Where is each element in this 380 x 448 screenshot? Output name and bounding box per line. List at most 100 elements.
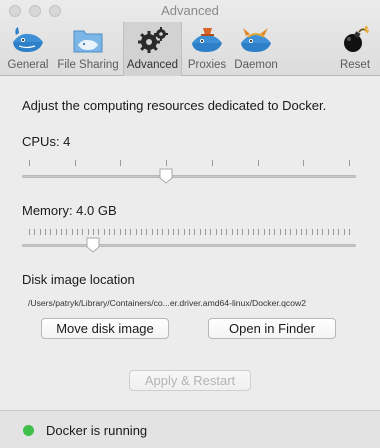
memory-label: Memory: 4.0 GB xyxy=(22,203,117,218)
memory-slider-tick xyxy=(162,229,164,235)
memory-slider-tick xyxy=(333,229,334,235)
memory-slider-tick xyxy=(93,229,94,235)
tab-proxies-label: Proxies xyxy=(187,59,227,71)
memory-slider-tick xyxy=(231,229,233,235)
memory-slider-tick xyxy=(279,229,281,235)
memory-slider-tick xyxy=(125,229,126,235)
folder-whale-icon xyxy=(73,30,103,53)
memory-slider-tick xyxy=(290,229,292,235)
cpus-slider-tick xyxy=(257,160,259,166)
memory-slider-tick xyxy=(343,229,345,235)
memory-slider-tick xyxy=(135,229,137,235)
memory-slider-tick xyxy=(199,229,201,235)
tab-reset[interactable]: Reset xyxy=(334,22,376,76)
memory-slider-tick xyxy=(98,229,100,235)
memory-slider-tick xyxy=(226,229,228,235)
memory-slider[interactable] xyxy=(22,222,356,253)
memory-slider-tick xyxy=(50,229,52,235)
memory-slider-tick xyxy=(151,229,153,235)
panel-description: Adjust the computing resources dedicated… xyxy=(22,98,327,113)
memory-slider-tick xyxy=(87,229,89,235)
memory-slider-track xyxy=(22,244,356,247)
memory-slider-tick xyxy=(221,229,222,235)
memory-slider-tick xyxy=(327,229,329,235)
memory-slider-tick xyxy=(39,229,41,235)
memory-slider-tick xyxy=(322,229,324,235)
memory-slider-tick xyxy=(301,229,302,235)
tab-daemon[interactable]: Daemon xyxy=(232,22,280,76)
memory-slider-tick xyxy=(183,229,185,235)
bomb-icon xyxy=(344,25,370,52)
memory-slider-tick xyxy=(29,229,30,235)
memory-slider-tick xyxy=(109,229,110,235)
whale-icon xyxy=(13,27,43,52)
memory-slider-tick xyxy=(66,229,68,235)
cpus-label: CPUs: 4 xyxy=(22,134,71,149)
status-indicator-icon xyxy=(23,425,34,436)
gears-icon xyxy=(137,27,168,53)
tab-reset-label: Reset xyxy=(339,59,371,71)
memory-slider-tick xyxy=(247,229,249,235)
tab-file-sharing[interactable]: File Sharing xyxy=(55,22,121,76)
memory-slider-tick xyxy=(167,229,169,235)
tab-general[interactable]: General xyxy=(4,22,52,76)
memory-slider-tick xyxy=(178,229,180,235)
memory-slider-tick xyxy=(253,229,254,235)
tab-general-label: General xyxy=(7,59,49,71)
memory-slider-tick xyxy=(306,229,308,235)
cpus-slider-tick xyxy=(166,160,168,166)
memory-slider-tick xyxy=(317,229,318,235)
memory-slider-knob[interactable] xyxy=(86,237,100,253)
memory-slider-tick xyxy=(274,229,276,235)
memory-slider-tick xyxy=(338,229,340,235)
title-bar: Advanced General File Sharing Advanced P… xyxy=(0,0,380,76)
memory-slider-tick xyxy=(157,229,158,235)
memory-slider-tick xyxy=(61,229,62,235)
memory-slider-tick xyxy=(215,229,217,235)
memory-slider-tick xyxy=(45,229,46,235)
tab-advanced[interactable]: Advanced xyxy=(123,22,182,76)
memory-slider-tick xyxy=(258,229,260,235)
cpus-slider-tick xyxy=(303,160,305,166)
open-in-finder-button[interactable]: Open in Finder xyxy=(208,318,336,339)
tab-proxies[interactable]: Proxies xyxy=(184,22,230,76)
memory-slider-tick xyxy=(205,229,206,235)
cpus-slider-knob[interactable] xyxy=(159,168,173,184)
memory-slider-tick xyxy=(114,229,116,235)
memory-slider-tick xyxy=(130,229,132,235)
memory-slider-tick xyxy=(71,229,73,235)
memory-slider-tick xyxy=(349,229,350,235)
memory-slider-tick xyxy=(77,229,78,235)
cpus-slider[interactable] xyxy=(22,153,356,184)
memory-slider-tick xyxy=(173,229,174,235)
memory-slider-tick xyxy=(285,229,286,235)
cpus-slider-tick xyxy=(349,160,350,166)
cpus-slider-tick xyxy=(211,160,213,166)
memory-slider-tick xyxy=(141,229,142,235)
apply-restart-button[interactable]: Apply & Restart xyxy=(129,370,251,391)
memory-slider-tick xyxy=(237,229,238,235)
memory-slider-tick xyxy=(242,229,244,235)
memory-slider-tick xyxy=(210,229,212,235)
move-disk-image-button[interactable]: Move disk image xyxy=(41,318,169,339)
disk-image-path: /Users/patryk/Library/Containers/co...er… xyxy=(28,298,306,308)
memory-slider-tick xyxy=(269,229,270,235)
daemon-whale-icon xyxy=(241,28,271,52)
tab-advanced-label: Advanced xyxy=(126,59,179,71)
cpus-slider-tick xyxy=(29,160,30,166)
memory-slider-tick xyxy=(34,229,36,235)
status-bar: Docker is running xyxy=(0,410,380,448)
memory-slider-tick xyxy=(194,229,196,235)
memory-slider-tick xyxy=(263,229,265,235)
cpus-slider-tick xyxy=(120,160,122,166)
cpus-slider-track xyxy=(22,175,356,178)
memory-slider-tick xyxy=(311,229,313,235)
memory-slider-tick xyxy=(82,229,84,235)
status-text: Docker is running xyxy=(46,423,148,438)
memory-slider-tick xyxy=(55,229,57,235)
preferences-window: Advanced General File Sharing Advanced P… xyxy=(0,0,380,448)
proxy-whale-icon xyxy=(192,28,222,52)
tab-file-sharing-label: File Sharing xyxy=(57,59,119,71)
cpus-slider-tick xyxy=(74,160,76,166)
memory-slider-tick xyxy=(103,229,105,235)
